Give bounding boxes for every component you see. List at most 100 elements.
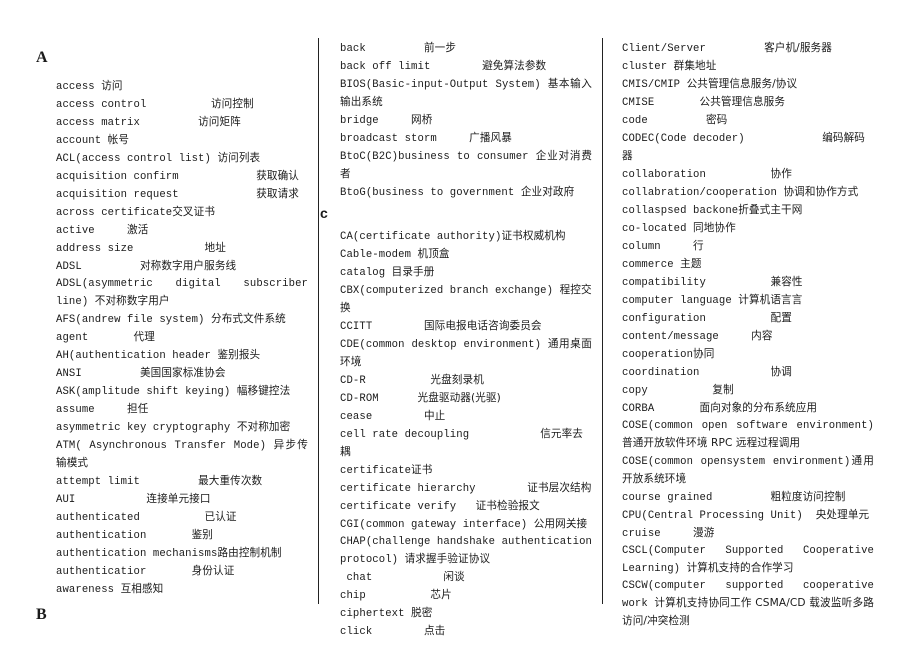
entry-translation: 已认证: [204, 511, 237, 523]
glossary-entry: CPU(Central Processing Unit) 央处理单元: [622, 507, 874, 525]
glossary-entry: collaboration 协作: [622, 166, 874, 184]
entry-term: collaboration: [622, 169, 706, 181]
entry-term: access: [56, 81, 95, 93]
entry-term: ADSL: [56, 261, 82, 273]
entry-term: chat: [340, 572, 373, 584]
entry-spacing: [140, 476, 198, 488]
entry-spacing: [700, 367, 771, 379]
entry-spacing: [372, 626, 424, 638]
entry-translation: 对称数字用户服务线: [139, 260, 237, 272]
entry-translation: 鉴别: [191, 529, 213, 541]
entry-term: asymmetric key cryptography: [56, 422, 231, 434]
entry-spacing: [745, 133, 823, 145]
glossary-entry: collabration/cooperation 协调和协作方式: [622, 184, 874, 202]
entry-translation: 鉴别报头: [217, 349, 261, 361]
entry-translation: 点击: [423, 625, 446, 637]
glossary-entry: cooperation协同: [622, 346, 874, 364]
entry-spacing: [719, 331, 751, 343]
entry-term: assume: [56, 404, 95, 416]
entry-term: agent: [56, 332, 89, 344]
glossary-entry: COSE(common open software environment) 普…: [622, 418, 874, 453]
entry-term: collabration/cooperation: [622, 187, 777, 199]
entry-term: column: [622, 241, 661, 253]
entry-translation: 内容: [751, 330, 773, 342]
entry-spacing: [706, 277, 771, 289]
entry-spacing: [372, 572, 443, 584]
glossary-entry: co-located 同地协作: [622, 220, 874, 238]
entry-translation: 公共管理信息服务: [699, 96, 786, 108]
entry-spacing: [803, 510, 816, 522]
entry-translation: 证书层次结构: [527, 482, 592, 494]
entry-translation: 漫游: [693, 527, 715, 539]
entry-translation: 证书检验报文: [475, 500, 540, 512]
glossary-entry: AFS(andrew file system) 分布式文件系统: [56, 311, 308, 329]
entry-spacing: [95, 225, 127, 237]
glossary-entry: ASK(amplitude shift keying) 幅移键控法: [56, 383, 308, 401]
entry-translation: 密码: [705, 114, 728, 126]
entry-term: active: [56, 225, 95, 237]
glossary-entry: across certificate交叉证书: [56, 204, 308, 222]
glossary-entry: agent 代理: [56, 329, 308, 347]
entry-translation: 访问列表: [217, 152, 261, 164]
glossary-entry: authenticatior 身份认证: [56, 563, 308, 581]
glossary-entry: course grained 粗粒度访问控制: [622, 489, 874, 507]
glossary-column-2: back 前一步 back off limit 避免算法参数 BIOS(Basic-…: [320, 40, 592, 641]
entry-term: ACL(access control list): [56, 153, 211, 165]
glossary-entry: ACL(access control list) 访问列表: [56, 150, 308, 168]
glossary-entry: BtoC(B2C)business to consumer 企业对消费者: [340, 148, 592, 184]
entry-translation: 复制: [712, 384, 734, 396]
entry-term: back: [340, 43, 366, 55]
entry-term: awareness: [56, 584, 115, 596]
entry-translation: 路由控制机制: [217, 547, 282, 559]
entry-translation: 广播风暴: [469, 132, 512, 144]
entry-term: CDE(common desktop environment): [340, 339, 542, 351]
entry-translation: 普通开放软件环境 RPC 远程过程调用: [622, 437, 801, 449]
glossary-entry: certificate hierarchy 证书层次结构: [340, 480, 592, 498]
entry-spacing: [430, 61, 482, 73]
glossary-entry: BtoG(business to government 企业对政府: [340, 184, 592, 202]
glossary-entry: cell rate decoupling 信元率去耦: [340, 426, 592, 462]
glossary-entry: CA(certificate authority)证书权威机构: [340, 228, 592, 246]
entry-translation: 协调和协作方式: [783, 186, 859, 198]
section-heading: A: [36, 49, 48, 66]
entry-term: coordination: [622, 367, 700, 379]
entry-translation: 幅移键控法: [236, 385, 291, 397]
glossary-entry: Cable-modem 机顶盒: [340, 246, 592, 264]
entry-term: BtoG(business to government: [340, 187, 515, 199]
entry-translation: 央处理单元: [815, 509, 870, 521]
entry-term: CA(certificate authority): [340, 231, 502, 243]
entry-term: compatibility: [622, 277, 706, 289]
glossary-entry: code 密码: [622, 112, 874, 130]
glossary-entry: CSCL(Computer Supported Cooperative Lear…: [622, 543, 874, 578]
entry-translation: 交叉证书: [172, 206, 216, 218]
entry-spacing: [661, 528, 693, 540]
glossary-entry: ADSL(asymmetric digital subscriber line)…: [56, 276, 308, 311]
entry-translation: 证书: [411, 464, 433, 476]
entry-term: access matrix: [56, 117, 140, 129]
entry-translation: 担任: [127, 403, 149, 415]
glossary-entry: CD-R 光盘刻录机: [340, 372, 592, 390]
glossary-entry: certificate证书: [340, 462, 592, 480]
glossary-entry: copy 复制: [622, 382, 874, 400]
entry-term: cease: [340, 411, 373, 423]
entry-translation: 协同: [693, 348, 715, 360]
entry-term: chip: [340, 590, 366, 602]
glossary-entry: back off limit 避免算法参数: [340, 58, 592, 76]
entry-term: CMIS/CMIP: [622, 79, 681, 91]
entry-term: CODEC(Code decoder): [622, 133, 745, 145]
entry-translation: 连接单元接口: [146, 493, 211, 505]
glossary-entry: AUI 连接单元接口: [56, 491, 308, 509]
glossary-column-1: Aaccess 访问 access control 访问控制 access matr…: [36, 48, 308, 625]
glossary-entry: ATM( Asynchronous Transfer Mode) 异步传输模式: [56, 437, 308, 473]
entry-translation: 主题: [680, 258, 702, 270]
entry-term: AFS(andrew file system): [56, 314, 205, 326]
entry-term: back off limit: [340, 61, 431, 73]
entry-translation: 访问控制: [210, 98, 254, 110]
entry-term: CD-ROM: [340, 393, 379, 405]
glossary-column-3: Client/Server 客户机/服务器 cluster 群集地址 CMIS/CM…: [622, 40, 874, 631]
entry-term: configuration: [622, 313, 706, 325]
glossary-entry: collaspsed backone折叠式主干网: [622, 202, 874, 220]
glossary-entry: asymmetric key cryptography 不对称加密: [56, 419, 308, 437]
glossary-entry: CODEC(Code decoder) 编码解码器: [622, 130, 874, 166]
glossary-entry: authentication 鉴别: [56, 527, 308, 545]
